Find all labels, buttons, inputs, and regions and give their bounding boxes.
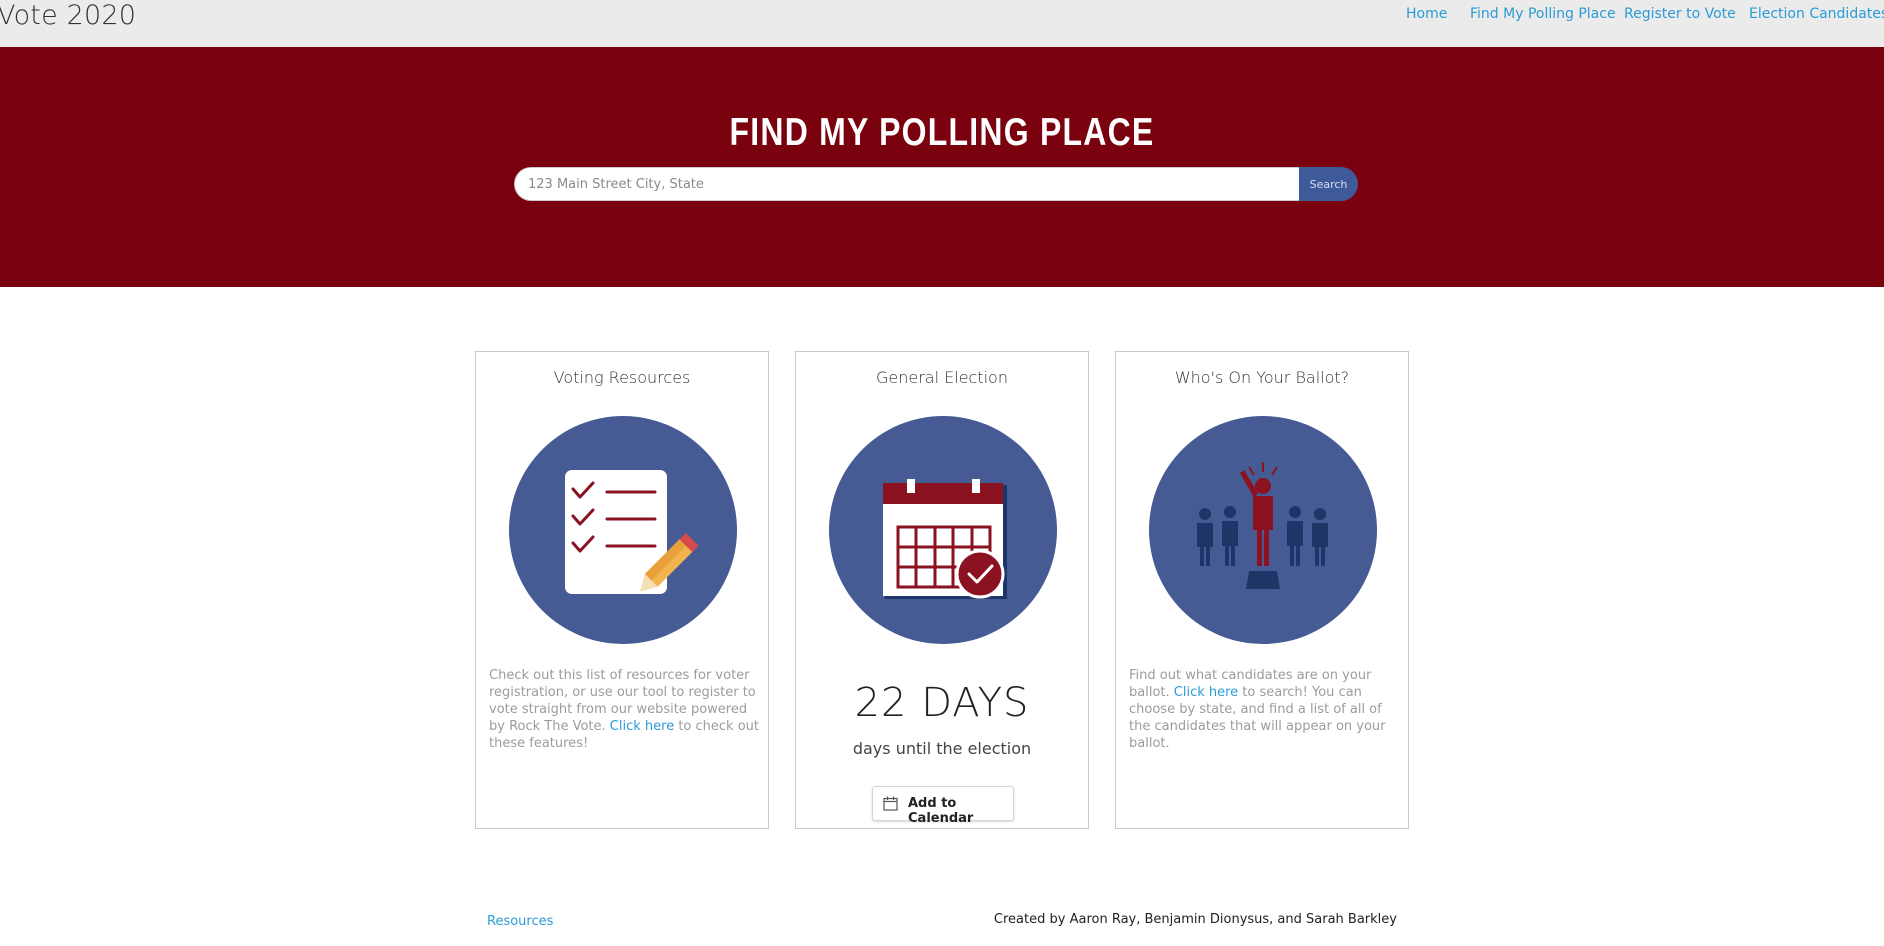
address-search-bar: Search	[514, 167, 1358, 201]
nav-election-candidates-link[interactable]: Election Candidates	[1749, 6, 1884, 22]
checklist-icon	[509, 416, 737, 644]
card-title: Voting Resources	[553, 368, 691, 387]
ballot-description: Find out what candidates are on your bal…	[1129, 667, 1399, 752]
general-election-card: General Election 22 DAYS days until the …	[795, 351, 1089, 829]
footer-resources-link[interactable]: Resources	[487, 914, 553, 929]
nav-register-to-vote-link[interactable]: Register to Vote	[1624, 6, 1736, 22]
address-search-input[interactable]	[514, 167, 1299, 201]
candidate-crowd-icon	[1149, 416, 1377, 644]
search-button[interactable]: Search	[1299, 167, 1358, 201]
nav-find-polling-place-link[interactable]: Find My Polling Place	[1470, 6, 1616, 22]
hero-banner: FIND MY POLLING PLACE Search	[0, 47, 1884, 287]
days-countdown: 22 DAYS	[854, 680, 1030, 726]
calendar-check-icon	[829, 416, 1057, 644]
days-label: days until the election	[852, 739, 1032, 758]
hero-title: FIND MY POLLING PLACE	[729, 111, 1155, 154]
brand-title[interactable]: Vote 2020	[0, 0, 136, 31]
add-to-calendar-button[interactable]: Add to Calendar	[872, 786, 1014, 826]
card-title: General Election	[876, 368, 1008, 387]
resources-click-here-link[interactable]: Click here	[610, 719, 674, 734]
ballot-card: Who's On Your Ballot? Find out what cand…	[1115, 351, 1409, 829]
resources-description: Check out this list of resources for vot…	[489, 667, 759, 752]
calendar-icon	[883, 796, 898, 811]
ballot-click-here-link[interactable]: Click here	[1174, 685, 1238, 700]
card-title: Who's On Your Ballot?	[1174, 368, 1350, 387]
nav-home-link[interactable]: Home	[1406, 6, 1447, 22]
add-to-calendar-label: Add to Calendar	[908, 796, 974, 826]
voting-resources-card: Voting Resources Check out this list of …	[475, 351, 769, 829]
footer-credits: Created by Aaron Ray, Benjamin Dionysus,…	[993, 912, 1397, 927]
top-navbar: Vote 2020 Home Find My Polling Place Reg…	[0, 0, 1884, 47]
